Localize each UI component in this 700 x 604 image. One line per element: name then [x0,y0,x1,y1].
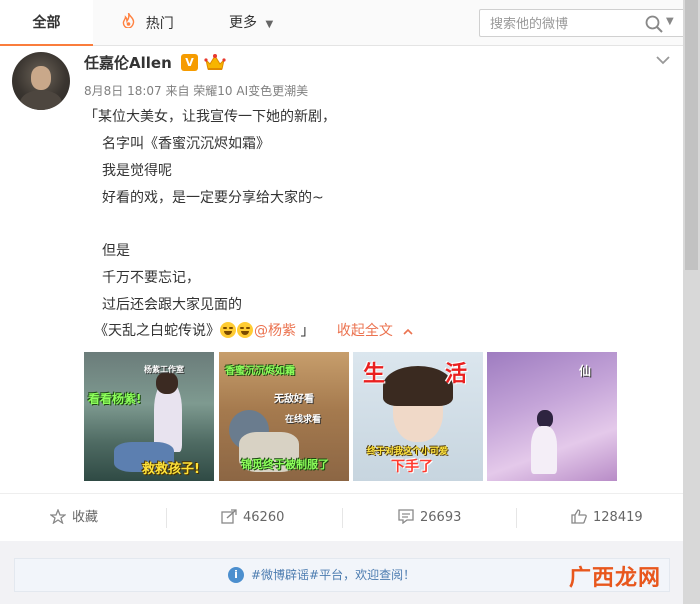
post-line: 《天乱之白蛇传说》 [94,323,220,339]
like-count: 128419 [593,510,643,525]
info-icon: i [228,567,244,583]
author-name[interactable]: 任嘉伦Allen [84,52,172,73]
forward-icon [221,509,237,524]
post-line-last: 《天乱之白蛇传说》 @杨紫 」 收起全文 [94,321,413,341]
favorite-button[interactable]: 收藏 [49,494,99,542]
tab-more[interactable]: 更多 ▼ [229,0,273,46]
divider [342,508,343,528]
comment-icon [398,509,414,525]
post-card: 任嘉伦Allen V 8月8日 18:07 来自 荣耀10 AI变色更潮美 「某… [0,46,683,493]
divider [516,508,517,528]
collapse-label: 收起全文 [336,323,393,339]
post-line: 过后还会跟大家见面的 [102,297,242,313]
post-photo-1[interactable]: 杨紫工作室 看看杨紫! 救救孩子! [84,352,214,481]
top-nav: 全部 热门 更多 ▼ ▼ [0,0,685,46]
post-line: 千万不要忘记， [102,270,200,286]
forward-button[interactable]: 46260 [221,494,284,542]
watermark-logo: 广西龙网 [569,565,662,591]
photo-caption: 仙 [579,364,592,378]
post-photo-3[interactable]: 生 活 终于对我这个小可爱 下手了 [353,352,483,481]
search-icon[interactable] [644,14,664,34]
post-line: 我是觉得呢 [102,163,172,179]
collapse-button[interactable]: 收起全文 [337,323,413,339]
comment-button[interactable]: 26693 [398,494,461,542]
laughing-emoji-icon [237,322,253,338]
mention-link[interactable]: @杨紫 [254,323,296,339]
tab-hot-label: 热门 [145,16,174,32]
post-line: 名字叫《香蜜沉沉烬如霜》 [102,136,270,152]
photo-caption: 活 [445,362,468,387]
avatar[interactable] [12,52,70,110]
tab-all[interactable]: 全部 [0,0,93,46]
quote-close: 」 [300,323,315,339]
notice-text: #微博辟谣#平台，欢迎查阅！ [251,568,416,582]
post-line: 好看的戏，是一定要分享给大家的~ [102,190,324,206]
action-bar: 收藏 46260 26693 128419 [0,493,683,541]
thumbs-up-icon [571,509,587,524]
photo-caption: 杨紫工作室 [144,365,184,374]
crown-badge-icon[interactable] [204,52,226,72]
photo-caption: 救救孩子! [142,462,200,477]
scrollbar-thumb[interactable] [685,0,698,270]
chevron-down-icon: ▼ [265,19,274,30]
photo-caption: 下手了 [391,459,433,475]
tab-more-label: 更多 [229,15,257,31]
photo-caption: 香蜜沉沉烬如霜 [225,366,295,377]
photo-caption: 生 [363,362,386,387]
post-line: 「某位大美女，让我宣传一下她的新剧， [84,109,336,125]
post-line: 但是 [102,243,130,259]
comment-count: 26693 [420,510,462,525]
scrollbar[interactable] [683,0,700,604]
like-button[interactable]: 128419 [571,494,643,542]
favorite-label: 收藏 [72,510,99,525]
photo-caption: 看看杨紫! [88,392,142,406]
post-meta: 8月8日 18:07 来自 荣耀10 AI变色更潮美 [84,84,309,98]
forward-count: 46260 [243,510,285,525]
laughing-emoji-icon [220,322,236,338]
chevron-up-icon [403,323,413,343]
post-photo-2[interactable]: 香蜜沉沉烬如霜 无敌好看 在线求看 锦觅终于被制服了 [219,352,349,481]
fire-icon [122,12,140,32]
photo-caption: 锦觅终于被制服了 [241,458,329,471]
divider [166,508,167,528]
search-input[interactable] [490,14,640,34]
tab-hot[interactable]: 热门 [122,0,174,46]
tab-all-label: 全部 [32,15,61,31]
verified-badge[interactable]: V [181,54,198,71]
star-icon [49,508,67,525]
post-menu-chevron-icon[interactable] [656,50,670,65]
post-photo-4[interactable]: 仙 [487,352,617,481]
photo-caption: 无敌好看 [274,394,314,405]
photo-caption: 在线求看 [285,415,322,425]
search-box: ▼ [479,9,685,37]
search-dropdown-icon[interactable]: ▼ [666,16,674,27]
